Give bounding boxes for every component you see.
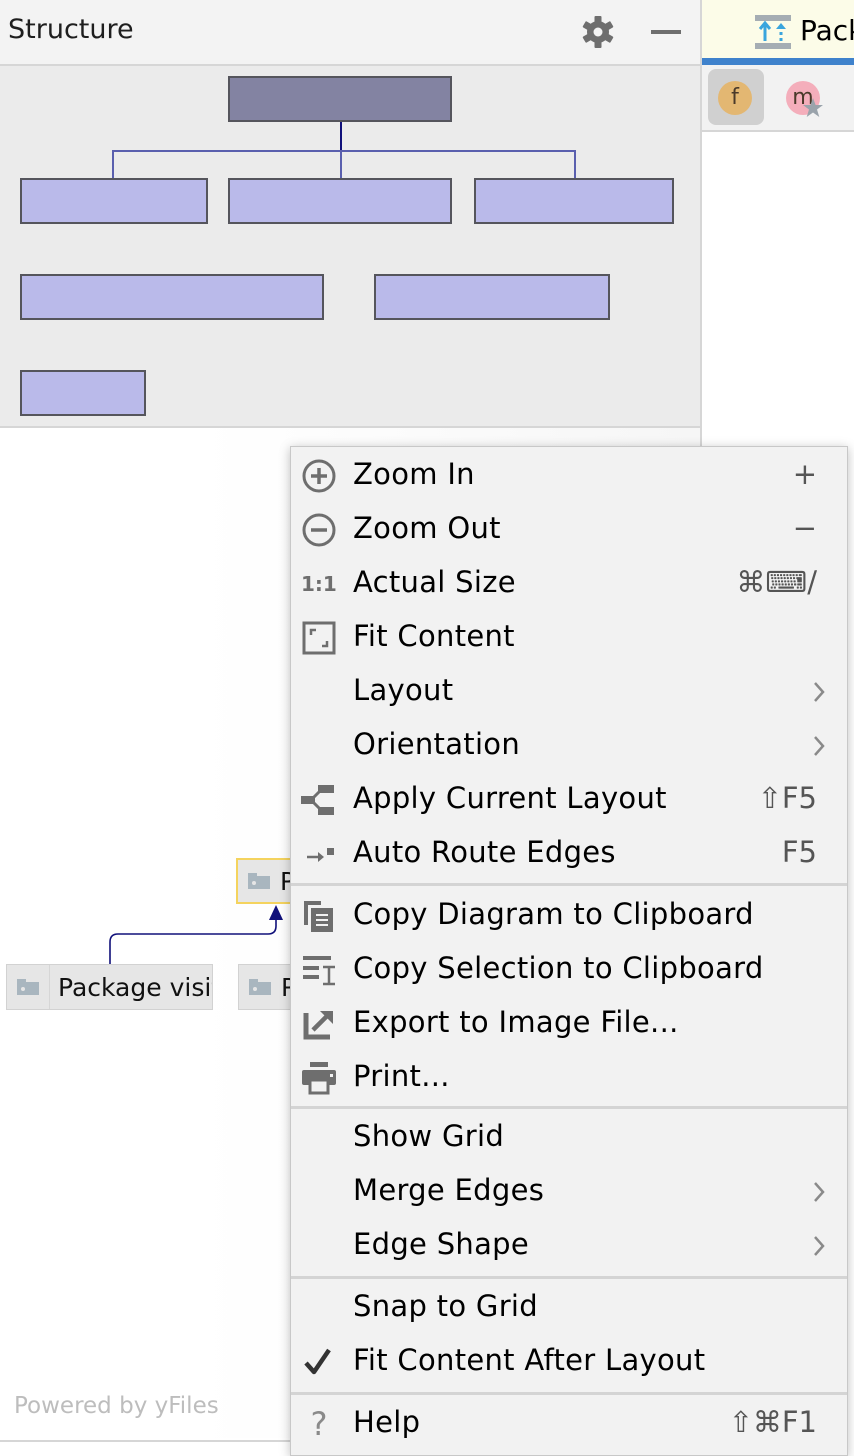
diagram-toolbar: f m (702, 65, 854, 132)
menu-item-label: Snap to Grid (353, 1289, 538, 1323)
package-node-label: Package visit (58, 972, 213, 1002)
menu-item-label: Fit Content (353, 619, 515, 653)
menu-item-label: Print... (353, 1059, 450, 1093)
node-separator (49, 965, 50, 1009)
menu-item-label: Zoom Out (353, 511, 501, 545)
fit-content-icon (302, 621, 336, 655)
menu-item-label: Show Grid (353, 1119, 505, 1153)
menu-item-label: Fit Content After Layout (353, 1343, 706, 1377)
gear-icon (582, 16, 614, 48)
zoom-out-icon (302, 513, 336, 547)
menu-item-label: Merge Edges (353, 1173, 545, 1207)
help-icon: ? (310, 1405, 328, 1443)
minimize-button[interactable] (648, 14, 684, 50)
overview-node (474, 178, 674, 224)
menu-item-fit-content-after-layout[interactable]: Fit Content After Layout (291, 1335, 847, 1389)
powered-by-label: Powered by yFiles (14, 1393, 219, 1419)
zoom-in-icon (302, 459, 336, 493)
structure-panel-header: Structure (0, 0, 700, 66)
structure-panel-title: Structure (8, 14, 134, 45)
menu-item-layout[interactable]: Layout (291, 665, 847, 719)
apply-layout-icon (301, 785, 334, 815)
menu-item-shortcut: − (792, 511, 817, 545)
package-diagram-icon (755, 15, 791, 49)
menu-item-label: Orientation (353, 727, 521, 761)
menu-item-label: Help (353, 1405, 421, 1439)
menu-item-shortcut: ⌘⌨/ (736, 565, 817, 599)
menu-item-label: Layout (353, 673, 454, 707)
overview-node (374, 274, 610, 320)
print-icon (302, 1062, 336, 1095)
menu-item-shortcut: F5 (781, 835, 817, 869)
overview-node (228, 178, 452, 224)
menu-item-label: Copy Selection to Clipboard (353, 951, 764, 985)
svg-text:1:1: 1:1 (301, 572, 337, 596)
overview-edge (340, 150, 342, 178)
menu-item-auto-route-edges[interactable]: Auto Route Edges F5 (291, 827, 847, 881)
menu-item-snap-to-grid[interactable]: Snap to Grid (291, 1281, 847, 1335)
overview-node (20, 178, 208, 224)
editor-tab-label[interactable]: Pack (800, 14, 854, 47)
menu-item-edge-shape[interactable]: Edge Shape (291, 1219, 847, 1273)
fields-toggle-button[interactable]: f (708, 69, 764, 125)
menu-separator (291, 1392, 847, 1395)
overview-edge (112, 150, 576, 152)
fields-icon: f (718, 81, 752, 115)
menu-item-orientation[interactable]: Orientation (291, 719, 847, 773)
context-menu: Zoom In + Zoom Out − 1:1 Actual Size ⌘⌨/… (290, 446, 848, 1456)
menu-item-copy-selection[interactable]: Copy Selection to Clipboard (291, 943, 847, 997)
copy-diagram-icon (304, 901, 333, 932)
overview-edge (574, 150, 576, 178)
menu-separator (291, 883, 847, 886)
route-edges-icon (307, 848, 334, 862)
menu-item-label: Zoom In (353, 457, 475, 491)
submenu-arrow-icon (814, 736, 825, 756)
active-tab-indicator (702, 58, 854, 65)
menu-item-actual-size[interactable]: 1:1 Actual Size ⌘⌨/ (291, 557, 847, 611)
submenu-arrow-icon (814, 1182, 825, 1202)
export-icon (303, 1011, 333, 1040)
menu-item-label: Edge Shape (353, 1227, 530, 1261)
package-node[interactable]: Package visit (6, 964, 213, 1010)
star-icon (803, 98, 823, 117)
settings-button[interactable] (580, 14, 616, 50)
overview-node (20, 274, 324, 320)
menu-item-merge-edges[interactable]: Merge Edges (291, 1165, 847, 1219)
methods-toggle-button[interactable]: m (776, 69, 832, 125)
menu-item-shortcut: + (792, 457, 817, 491)
menu-item-label: Auto Route Edges (353, 835, 616, 869)
overview-edge (112, 150, 114, 178)
menu-item-label: Copy Diagram to Clipboard (353, 897, 754, 931)
menu-item-shortcut: ⇧F5 (757, 781, 817, 815)
overview-node (20, 370, 146, 416)
structure-overview[interactable] (0, 66, 700, 428)
menu-item-zoom-out[interactable]: Zoom Out − (291, 503, 847, 557)
menu-item-label: Export to Image File... (353, 1005, 679, 1039)
menu-item-apply-current-layout[interactable]: Apply Current Layout ⇧F5 (291, 773, 847, 827)
folder-icon (17, 979, 39, 995)
overview-node-root (228, 76, 452, 122)
overview-edge (340, 121, 342, 151)
menu-item-label: Apply Current Layout (353, 781, 667, 815)
menu-item-zoom-in[interactable]: Zoom In + (291, 449, 847, 503)
menu-separator (291, 1106, 847, 1109)
submenu-arrow-icon (814, 682, 825, 702)
folder-icon (249, 979, 271, 995)
copy-selection-icon (303, 956, 335, 986)
minimize-icon (651, 30, 681, 34)
menu-item-label: Actual Size (353, 565, 516, 599)
menu-item-shortcut: ⇧⌘F1 (728, 1405, 817, 1439)
submenu-arrow-icon (814, 1236, 825, 1256)
actual-size-icon: 1:1 (301, 572, 337, 596)
checkmark-icon (304, 1348, 331, 1375)
menu-item-help[interactable]: ? Help ⇧⌘F1 (291, 1397, 847, 1451)
menu-item-print[interactable]: Print... (291, 1051, 847, 1105)
menu-item-export-image[interactable]: Export to Image File... (291, 997, 847, 1051)
menu-separator (291, 1276, 847, 1279)
menu-item-show-grid[interactable]: Show Grid (291, 1111, 847, 1165)
menu-item-fit-content[interactable]: Fit Content (291, 611, 847, 665)
menu-item-copy-diagram[interactable]: Copy Diagram to Clipboard (291, 889, 847, 943)
folder-icon (248, 873, 270, 889)
